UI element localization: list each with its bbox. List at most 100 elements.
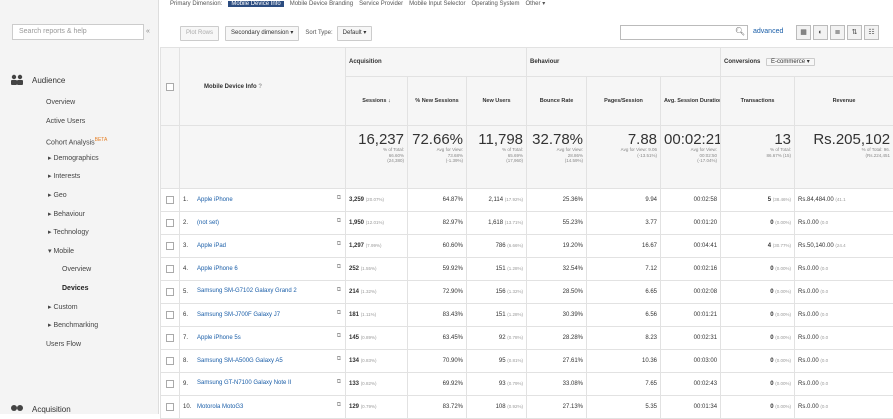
table-row[interactable]: 8.Samsung SM-A500G Galaxy A5⧉134 (0.83%)…	[161, 350, 893, 373]
table-row[interactable]: 6.Samsung SM-J700F Galaxy J7⧉181 (1.11%)…	[161, 304, 893, 327]
row-select-cell[interactable]	[161, 189, 180, 212]
checkbox[interactable]	[166, 219, 174, 227]
checkbox[interactable]	[166, 357, 174, 365]
sidebar-item[interactable]: Devices	[0, 280, 158, 299]
checkbox[interactable]	[166, 83, 174, 91]
table-filter-input[interactable]: 🔍︎	[620, 25, 748, 40]
dimension-link[interactable]: Mobile Input Selector	[409, 1, 465, 7]
sort-type-dropdown[interactable]: Default ▾	[337, 26, 373, 41]
checkbox[interactable]	[166, 288, 174, 296]
sidebar-section-label: Acquisition	[32, 405, 71, 414]
sidebar-item[interactable]: ▸ Benchmarking	[0, 317, 158, 336]
column-header[interactable]: New Users	[467, 77, 527, 126]
dimension-link[interactable]: Operating System	[471, 1, 519, 7]
open-report-icon[interactable]: ⧉	[337, 218, 341, 225]
open-report-icon[interactable]: ⧉	[337, 379, 341, 386]
sidebar-item[interactable]: ▾ Mobile	[0, 243, 158, 262]
row-select-cell[interactable]	[161, 258, 180, 281]
row-select-cell[interactable]	[161, 327, 180, 350]
sidebar-item[interactable]: ▸ Demographics	[0, 150, 158, 169]
column-header[interactable]: Sessions ↓	[346, 77, 408, 126]
secondary-dimension-dropdown[interactable]: Secondary dimension ▾	[225, 26, 299, 41]
sidebar-item[interactable]: Overview	[0, 94, 158, 113]
sidebar-item[interactable]: Cohort AnalysisBETA	[0, 131, 158, 150]
select-all-header[interactable]	[161, 48, 180, 126]
view-toggle-icon[interactable]: ▦	[796, 25, 811, 40]
advanced-filter-link[interactable]: advanced	[753, 28, 783, 35]
open-report-icon[interactable]: ⧉	[337, 241, 341, 248]
table-row[interactable]: 1.Apple iPhone⧉3,259 (20.07%)64.87%2,114…	[161, 189, 893, 212]
dimension-link[interactable]: Mobile Device Info	[228, 1, 283, 7]
device-link[interactable]: Samsung GT-N7100 Galaxy Note II	[197, 380, 317, 387]
checkbox[interactable]	[166, 380, 174, 388]
conversions-dropdown[interactable]: E-commerce ▾	[766, 58, 815, 66]
row-select-cell[interactable]	[161, 212, 180, 235]
checkbox[interactable]	[166, 311, 174, 319]
view-toggle-icon[interactable]: ≣	[830, 25, 845, 40]
dimension-link[interactable]: Service Provider	[359, 1, 403, 7]
sidebar-item[interactable]: ▸ Custom	[0, 299, 158, 318]
table-row[interactable]: 5.Samsung SM-G7102 Galaxy Grand 2⧉214 (1…	[161, 281, 893, 304]
sidebar-item[interactable]: ▸ Technology	[0, 224, 158, 243]
sidebar-section-acquisition[interactable]: Acquisition	[10, 404, 71, 414]
column-header[interactable]: Bounce Rate	[527, 77, 587, 126]
row-select-cell[interactable]	[161, 281, 180, 304]
sidebar-item[interactable]: Overview	[0, 261, 158, 280]
row-select-cell[interactable]	[161, 235, 180, 258]
total-cell: 72.66%Avg for View:73.68%(-1.39%)	[408, 126, 467, 189]
checkbox[interactable]	[166, 242, 174, 250]
row-select-cell[interactable]	[161, 396, 180, 419]
open-report-icon[interactable]: ⧉	[337, 264, 341, 271]
checkbox[interactable]	[166, 403, 174, 411]
view-toggle-icon[interactable]: ⇅	[847, 25, 862, 40]
device-link[interactable]: Apple iPad	[197, 243, 317, 249]
device-link[interactable]: Apple iPhone 5s	[197, 335, 317, 341]
table-row[interactable]: 9.Samsung GT-N7100 Galaxy Note II⧉133 (0…	[161, 373, 893, 396]
checkbox[interactable]	[166, 265, 174, 273]
device-link[interactable]: Apple iPhone	[197, 197, 317, 203]
sidebar-section-audience[interactable]: Audience	[10, 74, 65, 86]
search-icon[interactable]: 🔍︎	[735, 27, 745, 36]
device-link[interactable]: Apple iPhone 6	[197, 266, 317, 272]
table-row[interactable]: 4.Apple iPhone 6⧉252 (1.55%)59.92%151 (1…	[161, 258, 893, 281]
sidebar-item[interactable]: ▸ Interests	[0, 168, 158, 187]
sidebar-item[interactable]: Active Users	[0, 113, 158, 132]
device-link[interactable]: Samsung SM-J700F Galaxy J7	[197, 312, 317, 318]
device-link[interactable]: Motorola MotoG3	[197, 404, 317, 410]
column-header-device[interactable]: Mobile Device Info ?	[180, 48, 346, 126]
plot-rows-button[interactable]: Plot Rows	[180, 26, 219, 41]
open-report-icon[interactable]: ⧉	[337, 356, 341, 363]
open-report-icon[interactable]: ⧉	[337, 287, 341, 294]
open-report-icon[interactable]: ⧉	[337, 195, 341, 202]
row-select-cell[interactable]	[161, 373, 180, 396]
device-link[interactable]: (not set)	[197, 220, 317, 226]
dimension-link[interactable]: Other ▾	[526, 1, 546, 7]
sidebar-item[interactable]: ▸ Behaviour	[0, 206, 158, 225]
device-link[interactable]: Samsung SM-A500G Galaxy A5	[197, 358, 317, 364]
search-reports-input[interactable]: Search reports & help	[12, 24, 144, 40]
view-toggle-icon[interactable]: ◐	[813, 25, 828, 40]
device-link[interactable]: Samsung SM-G7102 Galaxy Grand 2	[197, 288, 317, 295]
column-header[interactable]: Pages/Session	[587, 77, 661, 126]
checkbox[interactable]	[166, 196, 174, 204]
column-header[interactable]: Revenue	[795, 77, 893, 126]
view-toggle-icon[interactable]: ☷	[864, 25, 879, 40]
column-header[interactable]: % New Sessions	[408, 77, 467, 126]
open-report-icon[interactable]: ⧉	[337, 310, 341, 317]
collapse-sidebar-icon[interactable]: «	[146, 28, 150, 35]
table-row[interactable]: 3.Apple iPad⧉1,297 (7.99%)60.60%786 (6.6…	[161, 235, 893, 258]
row-select-cell[interactable]	[161, 350, 180, 373]
column-header[interactable]: Transactions	[721, 77, 795, 126]
sidebar-item[interactable]: ▸ Geo	[0, 187, 158, 206]
table-row[interactable]: 10.Motorola MotoG3⧉129 (0.79%)83.72%108 …	[161, 396, 893, 419]
sidebar-item[interactable]: Users Flow	[0, 336, 158, 355]
open-report-icon[interactable]: ⧉	[337, 333, 341, 340]
table-row[interactable]: 7.Apple iPhone 5s⧉145 (0.89%)63.45%92 (0…	[161, 327, 893, 350]
checkbox[interactable]	[166, 334, 174, 342]
row-number: 2.	[183, 220, 197, 226]
table-row[interactable]: 2.(not set)⧉1,950 (12.01%)82.97%1,618 (1…	[161, 212, 893, 235]
column-header[interactable]: Avg. Session Duration	[661, 77, 721, 126]
dimension-link[interactable]: Mobile Device Branding	[290, 1, 353, 7]
row-select-cell[interactable]	[161, 304, 180, 327]
open-report-icon[interactable]: ⧉	[337, 402, 341, 409]
